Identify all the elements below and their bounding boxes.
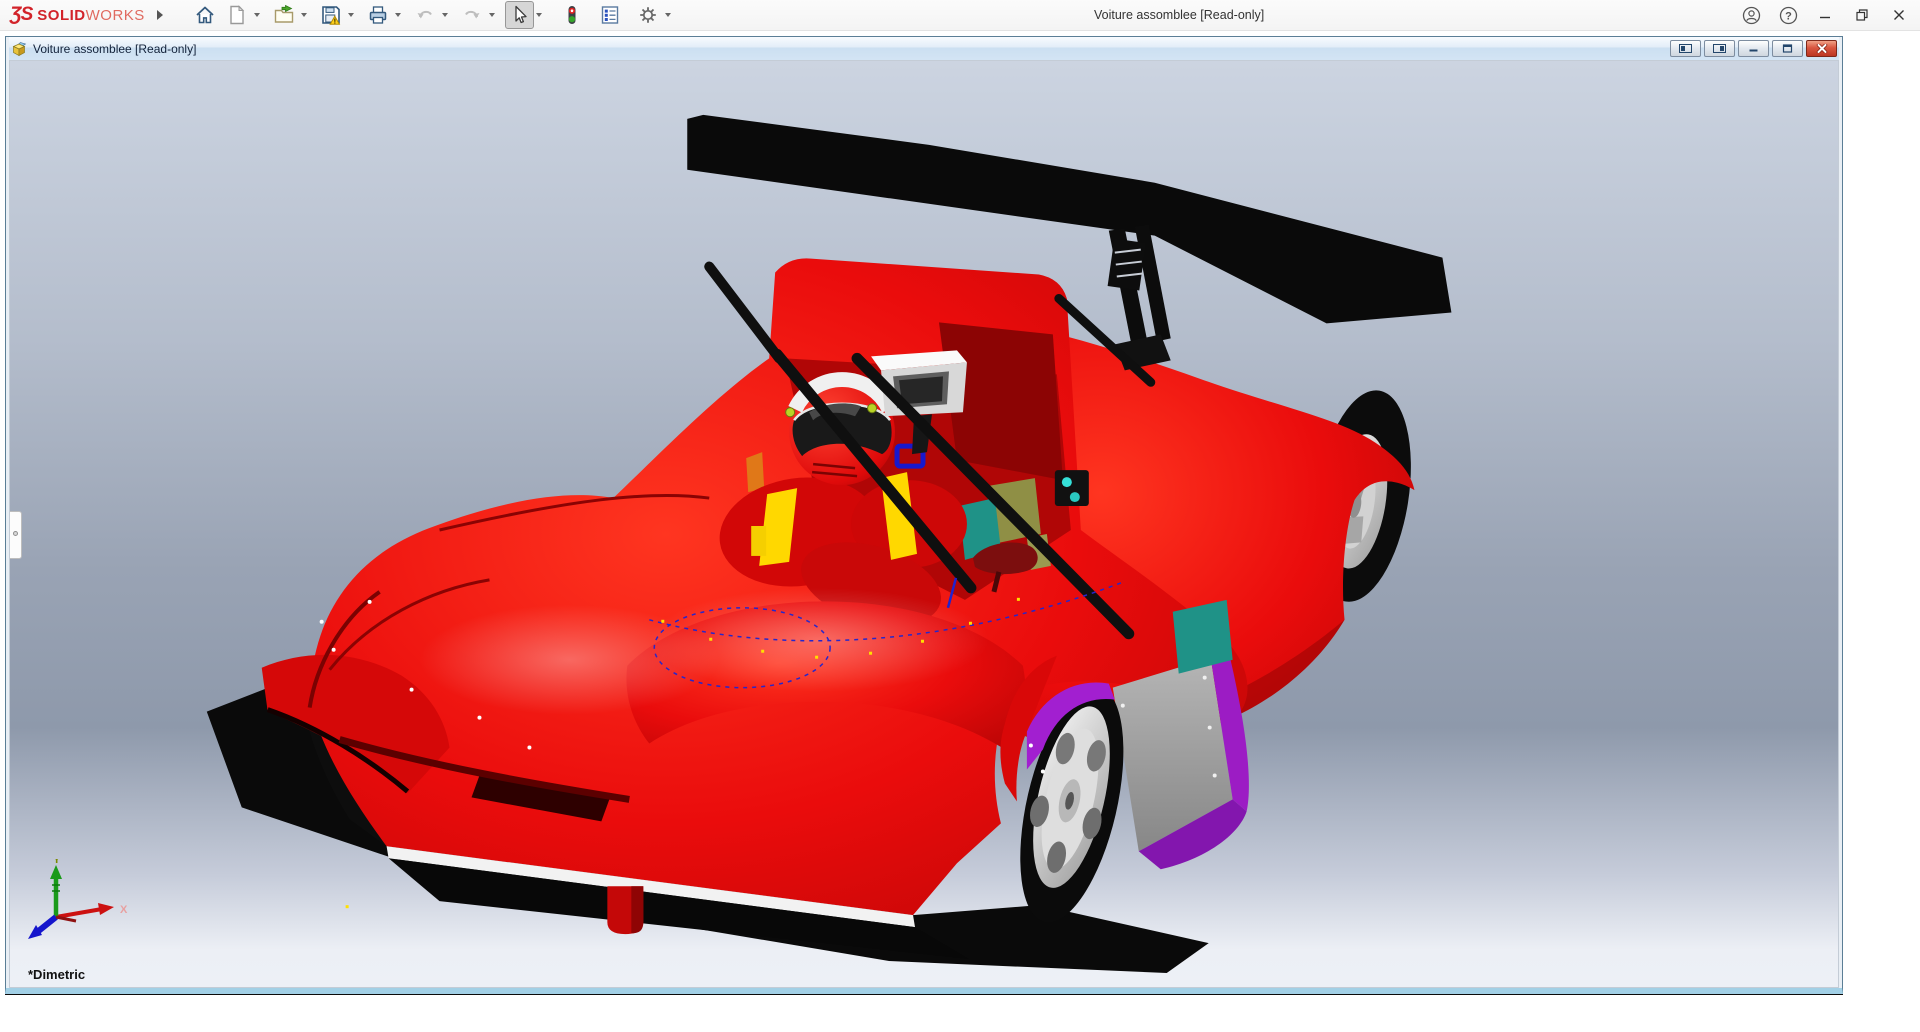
doc-close-icon bbox=[1816, 44, 1828, 53]
ds-logo-mark: ƷS bbox=[10, 4, 32, 26]
print-icon bbox=[367, 4, 389, 26]
svg-text:?: ? bbox=[1785, 10, 1792, 22]
redo-dropdown-arrow[interactable] bbox=[487, 2, 498, 28]
close-icon bbox=[1891, 7, 1907, 23]
rebuild-button[interactable] bbox=[558, 1, 587, 29]
graphics-viewport[interactable]: Y X *Dimetric bbox=[9, 60, 1839, 988]
new-document-icon bbox=[226, 4, 248, 26]
close-button[interactable] bbox=[1888, 4, 1910, 26]
save-button[interactable] bbox=[317, 1, 346, 29]
feature-pane-splitter-tab[interactable] bbox=[10, 511, 22, 559]
document-title: Voiture assomblee [Read-only] bbox=[33, 42, 196, 56]
select-tool-button[interactable] bbox=[505, 1, 534, 29]
triad-y-label: Y bbox=[53, 859, 61, 866]
new-dropdown-arrow[interactable] bbox=[252, 2, 263, 28]
doc-restore-icon bbox=[1781, 44, 1794, 53]
doc-restore-button[interactable] bbox=[1772, 40, 1803, 57]
solidworks-logo: ƷSSOLIDWORKS bbox=[10, 4, 145, 26]
rebuild-traffic-light-icon bbox=[561, 4, 583, 26]
document-window: Voiture assomblee [Read-only] bbox=[5, 36, 1843, 994]
save-dropdown-arrow[interactable] bbox=[346, 2, 357, 28]
select-cursor-icon bbox=[508, 4, 530, 26]
menu-expand-arrow[interactable] bbox=[157, 10, 163, 20]
restore-icon bbox=[1854, 7, 1870, 23]
new-document-button[interactable] bbox=[223, 1, 252, 29]
account-button[interactable] bbox=[1740, 4, 1762, 26]
open-button[interactable] bbox=[270, 1, 299, 29]
pane-left-icon bbox=[1679, 44, 1692, 53]
minimize-icon bbox=[1817, 7, 1833, 23]
doc-pane-left-button[interactable] bbox=[1670, 40, 1701, 57]
car-model-render bbox=[10, 61, 1838, 987]
open-dropdown-arrow[interactable] bbox=[299, 2, 310, 28]
app-window-title: Voiture assomblee [Read-only] bbox=[1094, 0, 1264, 30]
undo-icon bbox=[414, 4, 436, 26]
window-controls: ? bbox=[1740, 0, 1910, 30]
undo-button[interactable] bbox=[411, 1, 440, 29]
home-icon bbox=[194, 4, 216, 26]
save-icon bbox=[320, 4, 342, 26]
account-icon bbox=[1742, 6, 1761, 25]
document-window-controls bbox=[1670, 40, 1837, 57]
minimize-button[interactable] bbox=[1814, 4, 1836, 26]
doc-pane-right-button[interactable] bbox=[1704, 40, 1735, 57]
redo-icon bbox=[461, 4, 483, 26]
doc-minimize-icon bbox=[1747, 44, 1760, 53]
assembly-document-icon bbox=[11, 41, 27, 57]
triad-x-label: X bbox=[120, 904, 128, 916]
select-dropdown-arrow[interactable] bbox=[534, 2, 545, 28]
doc-close-button[interactable] bbox=[1806, 40, 1837, 57]
pane-right-icon bbox=[1713, 44, 1726, 53]
triad-y-arrow bbox=[50, 865, 62, 879]
file-properties-button[interactable] bbox=[596, 1, 625, 29]
undo-dropdown-arrow[interactable] bbox=[440, 2, 451, 28]
app-titlebar: ƷSSOLIDWORKS bbox=[0, 0, 1920, 31]
print-dropdown-arrow[interactable] bbox=[393, 2, 404, 28]
open-folder-icon bbox=[273, 4, 295, 26]
help-icon: ? bbox=[1779, 6, 1798, 25]
print-button[interactable] bbox=[364, 1, 393, 29]
home-button[interactable] bbox=[191, 1, 220, 29]
help-button[interactable]: ? bbox=[1777, 4, 1799, 26]
options-dropdown-arrow[interactable] bbox=[663, 2, 674, 28]
reference-triad: Y X bbox=[24, 859, 134, 955]
redo-button[interactable] bbox=[458, 1, 487, 29]
quick-access-toolbar bbox=[191, 1, 681, 29]
options-button[interactable] bbox=[634, 1, 663, 29]
document-titlebar[interactable]: Voiture assomblee [Read-only] bbox=[9, 37, 1839, 60]
file-properties-icon bbox=[599, 4, 621, 26]
restore-button[interactable] bbox=[1851, 4, 1873, 26]
view-orientation-label: *Dimetric bbox=[28, 967, 85, 982]
triad-x-arrow bbox=[98, 903, 114, 915]
doc-minimize-button[interactable] bbox=[1738, 40, 1769, 57]
gear-icon bbox=[637, 4, 659, 26]
